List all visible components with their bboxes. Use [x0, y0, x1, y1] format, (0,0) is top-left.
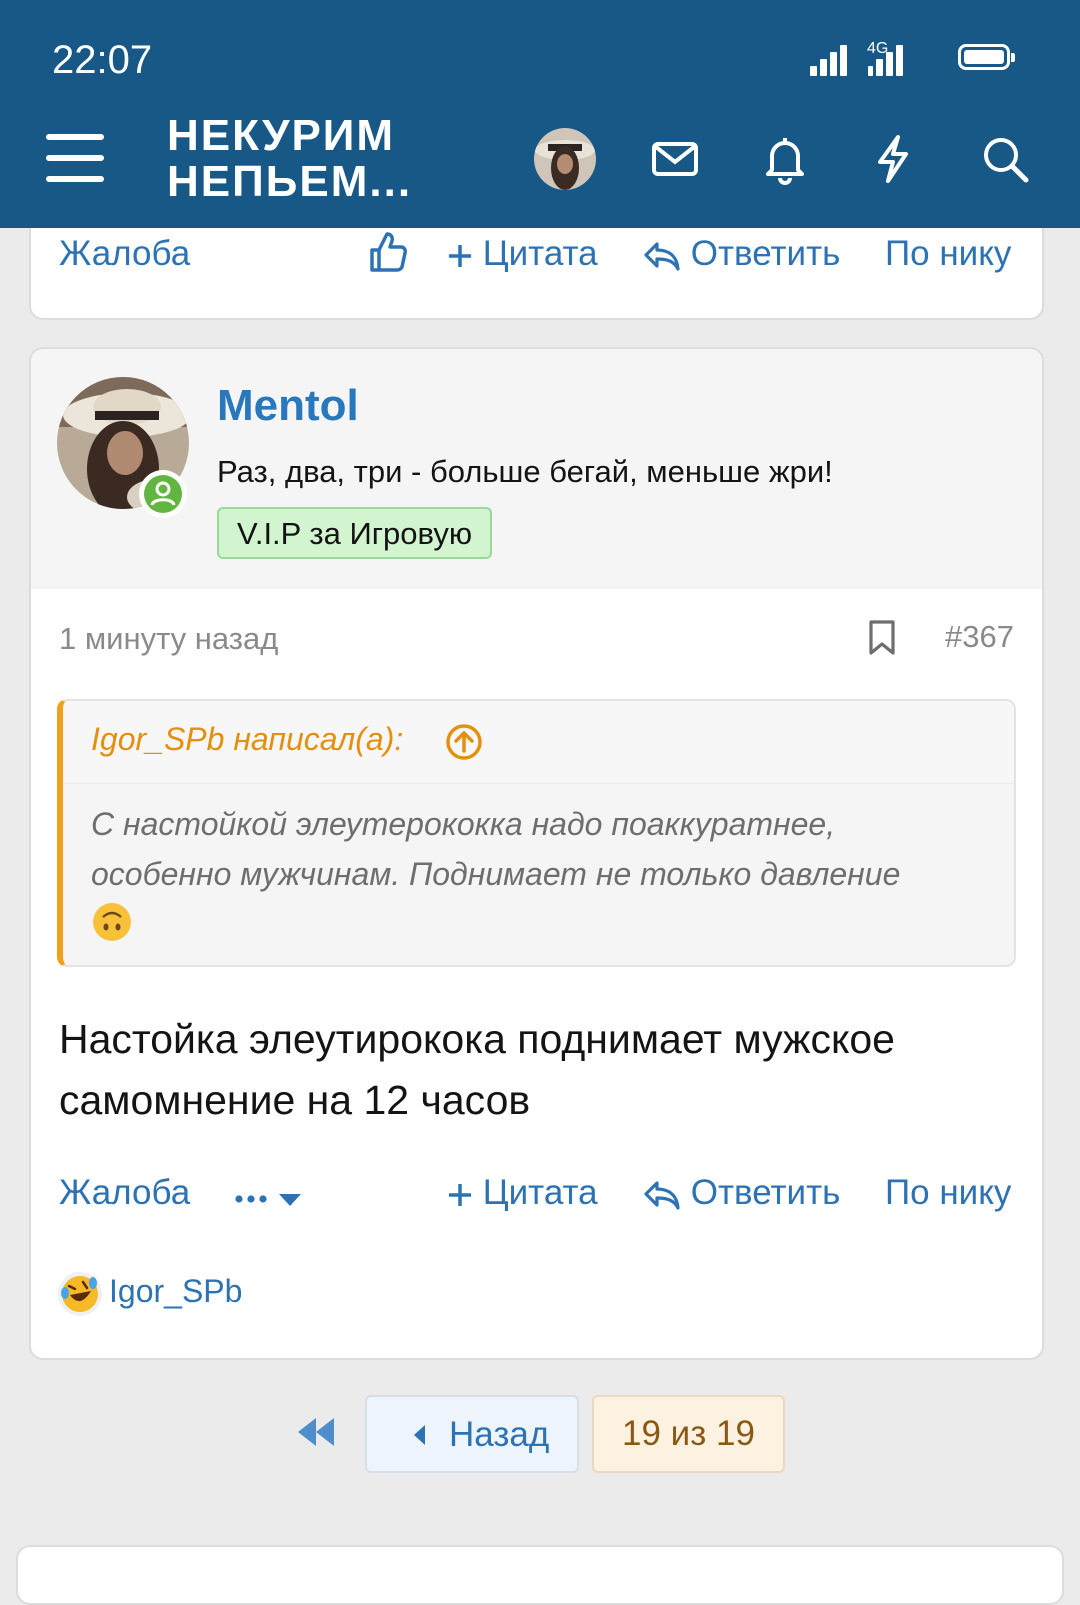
- post-text-line1: Настойка элеутирокока поднимает мужское: [59, 1016, 895, 1062]
- reaction-summary[interactable]: Igor_SPb: [57, 1271, 242, 1321]
- battery-icon: [958, 44, 1015, 70]
- prev-page-label: Назад: [449, 1415, 550, 1454]
- lightning-icon[interactable]: [866, 132, 920, 186]
- reply-label: Ответить: [690, 234, 841, 273]
- more-dots-icon: [235, 1193, 301, 1206]
- reply-button[interactable]: Ответить: [643, 1173, 840, 1213]
- bookmark-icon[interactable]: [867, 619, 897, 657]
- post-number[interactable]: #367: [945, 619, 1014, 655]
- quote-block: Igor_SPb написал(а): С настойкой элеутер…: [57, 699, 1016, 967]
- signal-icon-2: [868, 45, 914, 76]
- logo-line1: НЕКУРИМ: [167, 111, 396, 160]
- quote-text: С настойкой элеутерококка надо поаккурат…: [91, 799, 984, 957]
- app-header: 22:07 4G НЕКУРИМ НЕПЬЕМ...: [0, 0, 1080, 228]
- account-avatar[interactable]: [534, 128, 596, 190]
- by-nick-link[interactable]: По нику: [885, 234, 1011, 274]
- reply-button[interactable]: Ответить: [643, 234, 840, 274]
- quote-button[interactable]: Цитата: [447, 234, 598, 274]
- post-date[interactable]: 1 минуту назад: [59, 621, 278, 657]
- quote-label: Цитата: [482, 1173, 598, 1212]
- post-text-line2: самомнение на 12 часов: [59, 1077, 531, 1123]
- quote-button[interactable]: Цитата: [447, 1173, 598, 1213]
- report-link[interactable]: Жалоба: [59, 1173, 190, 1213]
- by-nick-link[interactable]: По нику: [885, 1173, 1011, 1213]
- upside-down-smile-icon: [93, 903, 131, 941]
- user-badge: V.I.P за Игровую: [217, 507, 493, 559]
- post-card: Mentol Раз, два, три - больше бегай, мен…: [29, 347, 1044, 1360]
- search-icon[interactable]: [978, 132, 1032, 186]
- menu-icon[interactable]: [46, 134, 104, 182]
- reply-icon: [644, 242, 680, 271]
- post-body: Настойка элеутирокока поднимает мужское …: [59, 1009, 1019, 1131]
- quote-author[interactable]: Igor_SPb написал(а):: [91, 721, 403, 758]
- online-status-icon: [139, 470, 187, 518]
- reaction-user[interactable]: Igor_SPb: [109, 1273, 242, 1310]
- plus-icon: [449, 1183, 471, 1206]
- status-icons: 4G: [810, 38, 1015, 80]
- mail-icon[interactable]: [648, 132, 702, 186]
- post-actions: Жалоба Цитата Ответить По нику: [31, 1173, 1042, 1233]
- author-block: Mentol Раз, два, три - больше бегай, мен…: [31, 349, 1042, 589]
- caret-left-icon: [414, 1425, 425, 1445]
- thumbs-up-icon: [370, 232, 407, 272]
- arrow-up-circle-icon[interactable]: [445, 723, 483, 761]
- reply-label: Ответить: [690, 1173, 841, 1212]
- current-page-indicator[interactable]: 19 из 19: [592, 1395, 785, 1473]
- signal-icon: [810, 45, 850, 76]
- more-menu-button[interactable]: [233, 1177, 307, 1217]
- quote-line2: особенно мужчинам. Поднимает не только д…: [91, 856, 901, 892]
- prev-page-button[interactable]: Назад: [365, 1395, 579, 1473]
- laughing-tears-emoji-icon: [58, 1272, 102, 1316]
- logo-line2: НЕПЬЕМ...: [167, 157, 413, 206]
- reply-icon: [644, 1181, 680, 1210]
- site-logo[interactable]: НЕКУРИМ НЕПЬЕМ...: [167, 113, 412, 205]
- bell-icon[interactable]: [758, 132, 812, 186]
- first-page-icon[interactable]: [296, 1414, 336, 1450]
- prev-post-actions: Жалоба Цитата Ответить По нику: [31, 232, 1046, 294]
- author-title: Раз, два, три - больше бегай, меньше жри…: [217, 454, 833, 489]
- report-link[interactable]: Жалоба: [59, 234, 190, 274]
- status-time: 22:07: [52, 38, 153, 82]
- quote-header: Igor_SPb написал(а):: [63, 701, 1014, 784]
- quote-label: Цитата: [482, 234, 598, 273]
- plus-icon: [449, 244, 471, 267]
- like-button[interactable]: [368, 230, 408, 274]
- author-username[interactable]: Mentol: [217, 381, 359, 431]
- next-card-edge: [16, 1545, 1064, 1605]
- quote-line1: С настойкой элеутерококка надо поаккурат…: [91, 806, 836, 842]
